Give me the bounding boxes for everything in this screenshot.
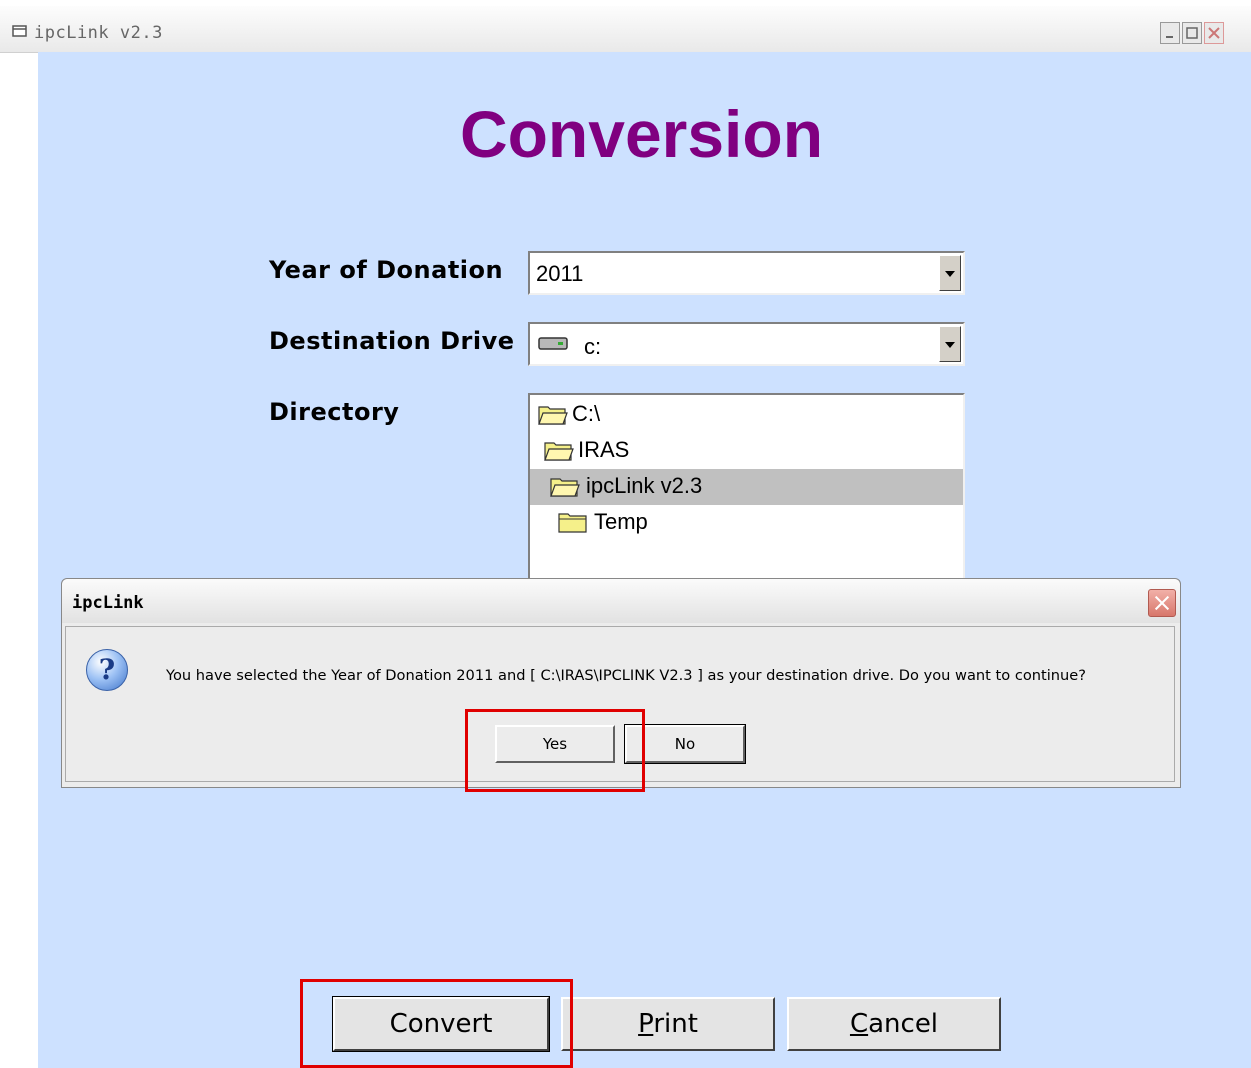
question-icon: ? <box>86 649 128 691</box>
yes-button[interactable]: Yes <box>495 725 615 763</box>
chevron-down-icon[interactable] <box>939 326 961 362</box>
window-close-icon[interactable] <box>1204 22 1224 44</box>
year-of-donation-label: Year of Donation <box>269 256 504 284</box>
main-window: ipcLink v2.3 Conversion Year of Donation… <box>0 0 1251 1068</box>
window-title: ipcLink v2.3 <box>34 23 163 43</box>
cancel-button[interactable]: Cancel <box>787 997 1001 1051</box>
dialog-titlebar[interactable]: ipcLink <box>62 579 1180 623</box>
chevron-down-icon[interactable] <box>939 255 961 291</box>
dialog-title: ipcLink <box>72 593 144 613</box>
dialog-body: ? You have selected the Year of Donation… <box>65 626 1175 782</box>
maximize-icon[interactable] <box>1182 22 1202 44</box>
hard-drive-icon <box>538 337 568 350</box>
list-item-selected[interactable]: ipcLink v2.3 <box>530 469 963 505</box>
open-folder-icon <box>538 406 568 425</box>
directory-list[interactable]: C:\ IRAS ipcLink v2.3 Temp <box>528 393 965 593</box>
destination-drive-select[interactable]: c: <box>528 322 965 366</box>
minimize-icon[interactable] <box>1160 22 1180 44</box>
dialog-message: You have selected the Year of Donation 2… <box>166 667 1087 684</box>
window-titlebar[interactable]: ipcLink v2.3 <box>0 6 1251 53</box>
convert-button[interactable]: Convert <box>333 997 549 1051</box>
list-item[interactable]: IRAS <box>530 433 963 469</box>
list-item[interactable]: C:\ <box>530 397 963 433</box>
list-item[interactable]: Temp <box>530 505 963 541</box>
app-icon <box>12 25 27 37</box>
close-icon[interactable] <box>1148 589 1176 617</box>
folder-icon <box>558 513 587 533</box>
open-folder-icon <box>544 442 574 461</box>
page-title: Conversion <box>459 97 824 171</box>
print-button[interactable]: Print <box>561 997 775 1051</box>
destination-drive-label: Destination Drive <box>269 327 515 355</box>
year-of-donation-value: 2011 <box>536 261 584 286</box>
open-folder-icon <box>550 478 580 497</box>
directory-label: Directory <box>269 398 400 426</box>
no-button[interactable]: No <box>625 725 745 763</box>
confirm-dialog: ipcLink ? You have selected the Year of … <box>61 578 1181 788</box>
destination-drive-value: c: <box>584 334 602 359</box>
year-of-donation-select[interactable]: 2011 <box>528 251 965 295</box>
